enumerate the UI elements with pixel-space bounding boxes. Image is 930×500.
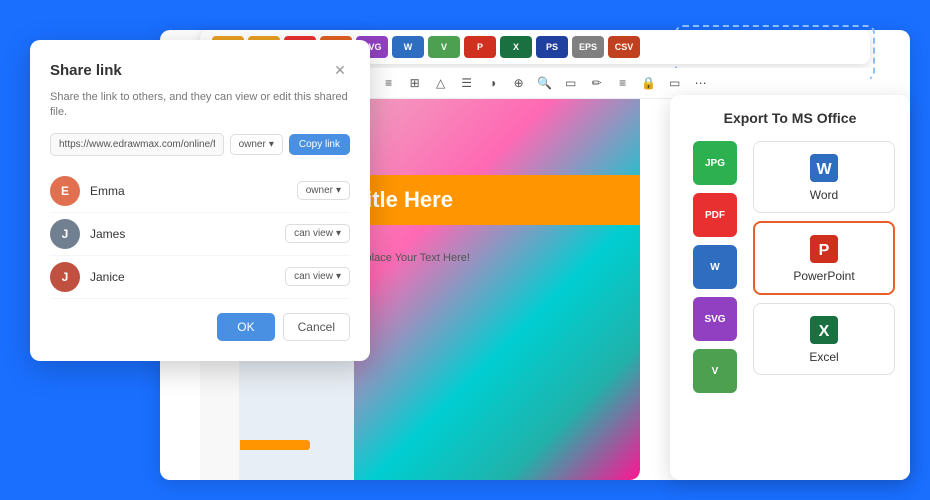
close-button[interactable]: ✕	[330, 60, 350, 80]
align-icon[interactable]: ≡	[613, 73, 633, 93]
word-card-icon: W	[808, 152, 840, 184]
crop-icon[interactable]: ▭	[665, 73, 685, 93]
user-name-emma: Emma	[90, 184, 297, 198]
svg-text:P: P	[819, 242, 830, 259]
export-mini-svg[interactable]: SVG	[693, 297, 737, 341]
avatar-emma: E	[50, 176, 80, 206]
role-label-james: can view	[294, 228, 333, 239]
role-badge-janice[interactable]: can view ▾	[285, 267, 350, 286]
export-mini-jpg[interactable]: JPG	[693, 141, 737, 185]
ppt-card-label: PowerPoint	[793, 269, 854, 283]
role-label-janice: can view	[294, 271, 333, 282]
ppt-badge[interactable]: P	[464, 36, 496, 58]
list-icon[interactable]: ≡	[379, 73, 399, 93]
export-grid: JPG PDF W SVG V W Word P	[685, 141, 895, 393]
role-chevron-janice: ▾	[336, 271, 341, 282]
connect-icon[interactable]: ⊕	[509, 73, 529, 93]
canvas-orange-bar	[230, 440, 310, 450]
user-row-james: J James can view ▾	[50, 213, 350, 256]
user-row-emma: E Emma owner ▾	[50, 170, 350, 213]
zoom-icon[interactable]: 🔍	[535, 73, 555, 93]
word-card-label: Word	[810, 188, 838, 202]
excel-card-label: Excel	[809, 350, 838, 364]
export-mini-icons: JPG PDF W SVG V	[685, 141, 745, 393]
excel-badge[interactable]: X	[500, 36, 532, 58]
copy-link-button[interactable]: Copy link	[289, 134, 350, 155]
triangle-icon[interactable]: △	[431, 73, 451, 93]
lines-icon[interactable]: ☰	[457, 73, 477, 93]
export-mini-visio[interactable]: V	[693, 349, 737, 393]
dialog-title: Share link	[50, 62, 122, 79]
role-chevron-james: ▾	[336, 228, 341, 239]
link-role-label: owner	[239, 139, 266, 150]
role-chevron-emma: ▾	[336, 185, 341, 196]
export-cards: W Word P PowerPoint X	[753, 141, 895, 375]
link-row: owner ▾ Copy link	[50, 133, 350, 156]
link-role-chevron: ▾	[269, 139, 274, 150]
word-badge[interactable]: W	[392, 36, 424, 58]
csv-badge[interactable]: CSV	[608, 36, 640, 58]
export-card-excel[interactable]: X Excel	[753, 303, 895, 375]
link-role-badge[interactable]: owner ▾	[230, 134, 283, 155]
excel-card-icon: X	[808, 314, 840, 346]
cancel-button[interactable]: Cancel	[283, 313, 350, 341]
dialog-description: Share the link to others, and they can v…	[50, 90, 350, 121]
user-name-james: James	[90, 227, 285, 241]
share-dialog: Share link ✕ Share the link to others, a…	[30, 40, 370, 361]
avatar-james: J	[50, 219, 80, 249]
more-icon[interactable]: ⋯	[691, 73, 711, 93]
pen-icon[interactable]: ✏	[587, 73, 607, 93]
svg-text:W: W	[816, 161, 832, 178]
lock-icon[interactable]: 🔒	[639, 73, 659, 93]
export-panel: Export To MS Office JPG PDF W SVG V W Wo…	[670, 95, 910, 480]
link-input[interactable]	[50, 133, 224, 156]
abstract-image	[354, 95, 640, 480]
grid-icon[interactable]: ⊞	[405, 73, 425, 93]
role-badge-emma[interactable]: owner ▾	[297, 181, 350, 200]
frame-icon[interactable]: ▭	[561, 73, 581, 93]
export-mini-pdf[interactable]: PDF	[693, 193, 737, 237]
ok-button[interactable]: OK	[217, 313, 274, 341]
export-card-word[interactable]: W Word	[753, 141, 895, 213]
ps-badge[interactable]: PS	[536, 36, 568, 58]
dialog-footer: OK Cancel	[50, 313, 350, 341]
visio-badge[interactable]: V	[428, 36, 460, 58]
eps-badge[interactable]: EPS	[572, 36, 604, 58]
avatar-janice: J	[50, 262, 80, 292]
export-panel-title: Export To MS Office	[685, 110, 895, 126]
user-name-janice: Janice	[90, 270, 285, 284]
fill-icon[interactable]: ◑	[483, 73, 503, 93]
ppt-card-icon: P	[808, 233, 840, 265]
dialog-header: Share link ✕	[50, 60, 350, 80]
export-mini-word[interactable]: W	[693, 245, 737, 289]
svg-text:X: X	[819, 323, 830, 340]
export-card-powerpoint[interactable]: P PowerPoint	[753, 221, 895, 295]
user-row-janice: J Janice can view ▾	[50, 256, 350, 299]
role-label-emma: owner	[306, 185, 333, 196]
role-badge-james[interactable]: can view ▾	[285, 224, 350, 243]
